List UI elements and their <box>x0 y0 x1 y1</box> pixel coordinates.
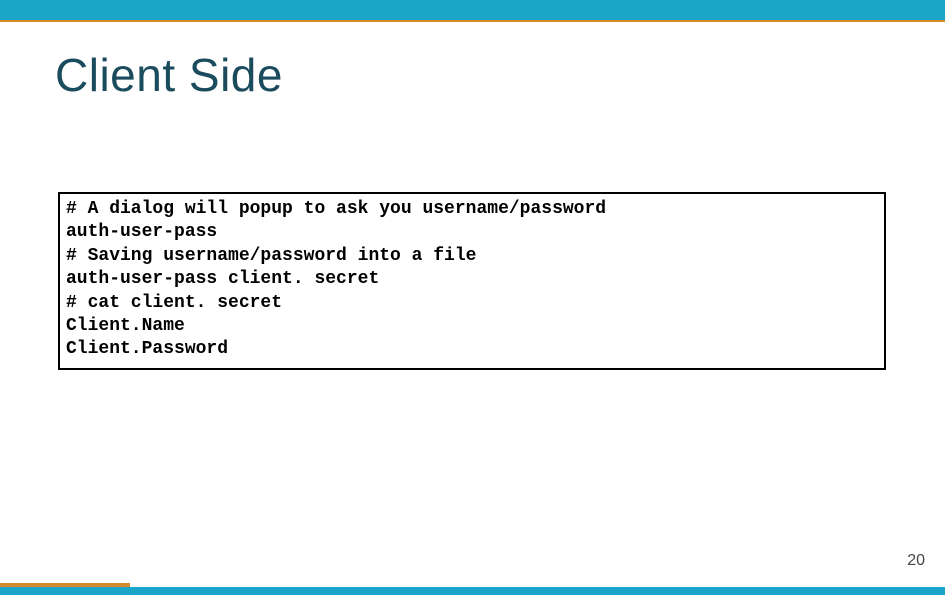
slide-title: Client Side <box>55 48 283 102</box>
code-block: # A dialog will popup to ask you usernam… <box>58 192 886 370</box>
bottom-accent-bar <box>0 587 945 595</box>
page-number: 20 <box>907 552 925 570</box>
top-accent-bar <box>0 0 945 22</box>
